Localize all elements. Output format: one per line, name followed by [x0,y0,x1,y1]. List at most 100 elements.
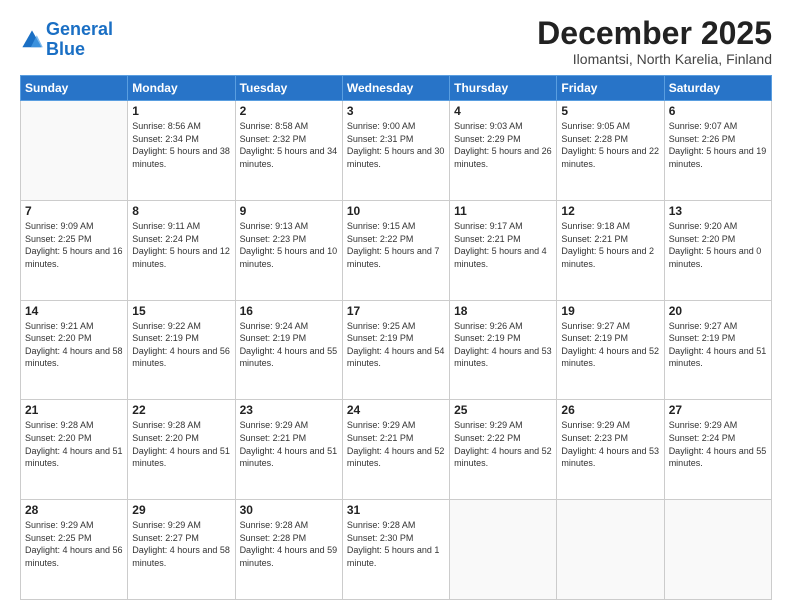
day-info: Sunrise: 9:27 AMSunset: 2:19 PMDaylight:… [669,320,767,370]
day-info: Sunrise: 9:22 AMSunset: 2:19 PMDaylight:… [132,320,230,370]
calendar-day-cell [21,101,128,201]
calendar-day-cell: 30 Sunrise: 9:28 AMSunset: 2:28 PMDayligh… [235,500,342,600]
day-number: 3 [347,104,445,118]
day-info: Sunrise: 9:25 AMSunset: 2:19 PMDaylight:… [347,320,445,370]
day-number: 28 [25,503,123,517]
day-number: 20 [669,304,767,318]
day-info: Sunrise: 9:28 AMSunset: 2:20 PMDaylight:… [25,419,123,469]
calendar-day-cell: 10Sunrise: 9:15 AMSunset: 2:22 PMDayligh… [342,200,449,300]
calendar-day-cell: 7Sunrise: 9:09 AMSunset: 2:25 PMDaylight… [21,200,128,300]
day-info: Sunrise: 9:27 AMSunset: 2:19 PMDaylight:… [561,320,659,370]
day-info: Sunrise: 9:11 AMSunset: 2:24 PMDaylight:… [132,220,230,270]
day-number: 1 [132,104,230,118]
calendar-day-cell: 12 Sunrise: 9:18 AMSunset: 2:21 PMDayligh… [557,200,664,300]
day-info: Sunrise: 9:28 AMSunset: 2:28 PMDaylight:… [240,519,338,569]
day-number: 27 [669,403,767,417]
logo: General Blue [20,20,113,60]
day-info: Sunrise: 9:26 AMSunset: 2:19 PMDaylight:… [454,320,552,370]
day-info: Sunrise: 9:29 AMSunset: 2:27 PMDaylight:… [132,519,230,569]
day-info: Sunrise: 9:00 AMSunset: 2:31 PMDaylight:… [347,120,445,170]
day-number: 12 [561,204,659,218]
header: General Blue December 2025 Ilomantsi, No… [20,16,772,67]
day-number: 6 [669,104,767,118]
calendar-day-cell: 26Sunrise: 9:29 AMSunset: 2:23 PMDayligh… [557,400,664,500]
calendar-day-cell: 11Sunrise: 9:17 AMSunset: 2:21 PMDayligh… [450,200,557,300]
title-block: December 2025 Ilomantsi, North Karelia, … [537,16,772,67]
calendar-week-row: 21 Sunrise: 9:28 AMSunset: 2:20 PMDayligh… [21,400,772,500]
day-number: 2 [240,104,338,118]
day-info: Sunrise: 9:05 AMSunset: 2:28 PMDaylight:… [561,120,659,170]
calendar-header: SundayMondayTuesdayWednesdayThursdayFrid… [21,76,772,101]
day-number: 5 [561,104,659,118]
day-number: 9 [240,204,338,218]
day-number: 17 [347,304,445,318]
day-number: 22 [132,403,230,417]
day-number: 8 [132,204,230,218]
day-info: Sunrise: 9:24 AMSunset: 2:19 PMDaylight:… [240,320,338,370]
day-number: 11 [454,204,552,218]
calendar-day-cell: 1 Sunrise: 8:56 AMSunset: 2:34 PMDaylight… [128,101,235,201]
day-number: 4 [454,104,552,118]
calendar-day-cell: 31Sunrise: 9:28 AMSunset: 2:30 PMDayligh… [342,500,449,600]
day-number: 19 [561,304,659,318]
day-info: Sunrise: 9:28 AMSunset: 2:30 PMDaylight:… [347,519,445,569]
header-day: Wednesday [342,76,449,101]
header-day: Saturday [664,76,771,101]
logo-icon [20,28,44,52]
day-number: 21 [25,403,123,417]
calendar-day-cell: 16 Sunrise: 9:24 AMSunset: 2:19 PMDayligh… [235,300,342,400]
page-subtitle: Ilomantsi, North Karelia, Finland [537,51,772,67]
calendar-body: 1 Sunrise: 8:56 AMSunset: 2:34 PMDaylight… [21,101,772,600]
logo-text: General Blue [46,20,113,60]
page-title: December 2025 [537,16,772,51]
day-number: 26 [561,403,659,417]
calendar-day-cell: 4Sunrise: 9:03 AMSunset: 2:29 PMDaylight… [450,101,557,201]
day-info: Sunrise: 9:09 AMSunset: 2:25 PMDaylight:… [25,220,123,270]
logo-line1: General [46,19,113,39]
calendar-week-row: 7Sunrise: 9:09 AMSunset: 2:25 PMDaylight… [21,200,772,300]
day-info: Sunrise: 9:29 AMSunset: 2:21 PMDaylight:… [347,419,445,469]
logo-line2: Blue [46,39,85,59]
day-info: Sunrise: 9:18 AMSunset: 2:21 PMDaylight:… [561,220,659,270]
calendar-day-cell: 24 Sunrise: 9:29 AMSunset: 2:21 PMDayligh… [342,400,449,500]
day-number: 29 [132,503,230,517]
day-info: Sunrise: 8:58 AMSunset: 2:32 PMDaylight:… [240,120,338,170]
day-number: 25 [454,403,552,417]
header-day: Sunday [21,76,128,101]
calendar-day-cell: 17 Sunrise: 9:25 AMSunset: 2:19 PMDayligh… [342,300,449,400]
day-info: Sunrise: 9:15 AMSunset: 2:22 PMDaylight:… [347,220,445,270]
day-number: 14 [25,304,123,318]
day-info: Sunrise: 8:56 AMSunset: 2:34 PMDaylight:… [132,120,230,170]
calendar-day-cell: 18 Sunrise: 9:26 AMSunset: 2:19 PMDayligh… [450,300,557,400]
day-number: 24 [347,403,445,417]
calendar-day-cell: 23Sunrise: 9:29 AMSunset: 2:21 PMDayligh… [235,400,342,500]
day-info: Sunrise: 9:13 AMSunset: 2:23 PMDaylight:… [240,220,338,270]
calendar: SundayMondayTuesdayWednesdayThursdayFrid… [20,75,772,600]
day-info: Sunrise: 9:20 AMSunset: 2:20 PMDaylight:… [669,220,767,270]
calendar-day-cell: 15 Sunrise: 9:22 AMSunset: 2:19 PMDayligh… [128,300,235,400]
day-info: Sunrise: 9:29 AMSunset: 2:25 PMDaylight:… [25,519,123,569]
calendar-day-cell: 20 Sunrise: 9:27 AMSunset: 2:19 PMDayligh… [664,300,771,400]
day-number: 13 [669,204,767,218]
day-info: Sunrise: 9:29 AMSunset: 2:22 PMDaylight:… [454,419,552,469]
day-number: 16 [240,304,338,318]
day-number: 15 [132,304,230,318]
calendar-day-cell: 19 Sunrise: 9:27 AMSunset: 2:19 PMDayligh… [557,300,664,400]
calendar-day-cell [664,500,771,600]
day-info: Sunrise: 9:29 AMSunset: 2:21 PMDaylight:… [240,419,338,469]
calendar-day-cell: 5 Sunrise: 9:05 AMSunset: 2:28 PMDaylight… [557,101,664,201]
header-day: Thursday [450,76,557,101]
calendar-day-cell: 2 Sunrise: 8:58 AMSunset: 2:32 PMDaylight… [235,101,342,201]
calendar-day-cell: 21 Sunrise: 9:28 AMSunset: 2:20 PMDayligh… [21,400,128,500]
day-number: 30 [240,503,338,517]
calendar-day-cell: 27 Sunrise: 9:29 AMSunset: 2:24 PMDayligh… [664,400,771,500]
day-number: 18 [454,304,552,318]
day-info: Sunrise: 9:29 AMSunset: 2:24 PMDaylight:… [669,419,767,469]
day-info: Sunrise: 9:28 AMSunset: 2:20 PMDaylight:… [132,419,230,469]
header-day: Monday [128,76,235,101]
calendar-day-cell: 8 Sunrise: 9:11 AMSunset: 2:24 PMDaylight… [128,200,235,300]
calendar-week-row: 1 Sunrise: 8:56 AMSunset: 2:34 PMDaylight… [21,101,772,201]
calendar-day-cell [450,500,557,600]
day-info: Sunrise: 9:21 AMSunset: 2:20 PMDaylight:… [25,320,123,370]
calendar-week-row: 28 Sunrise: 9:29 AMSunset: 2:25 PMDayligh… [21,500,772,600]
